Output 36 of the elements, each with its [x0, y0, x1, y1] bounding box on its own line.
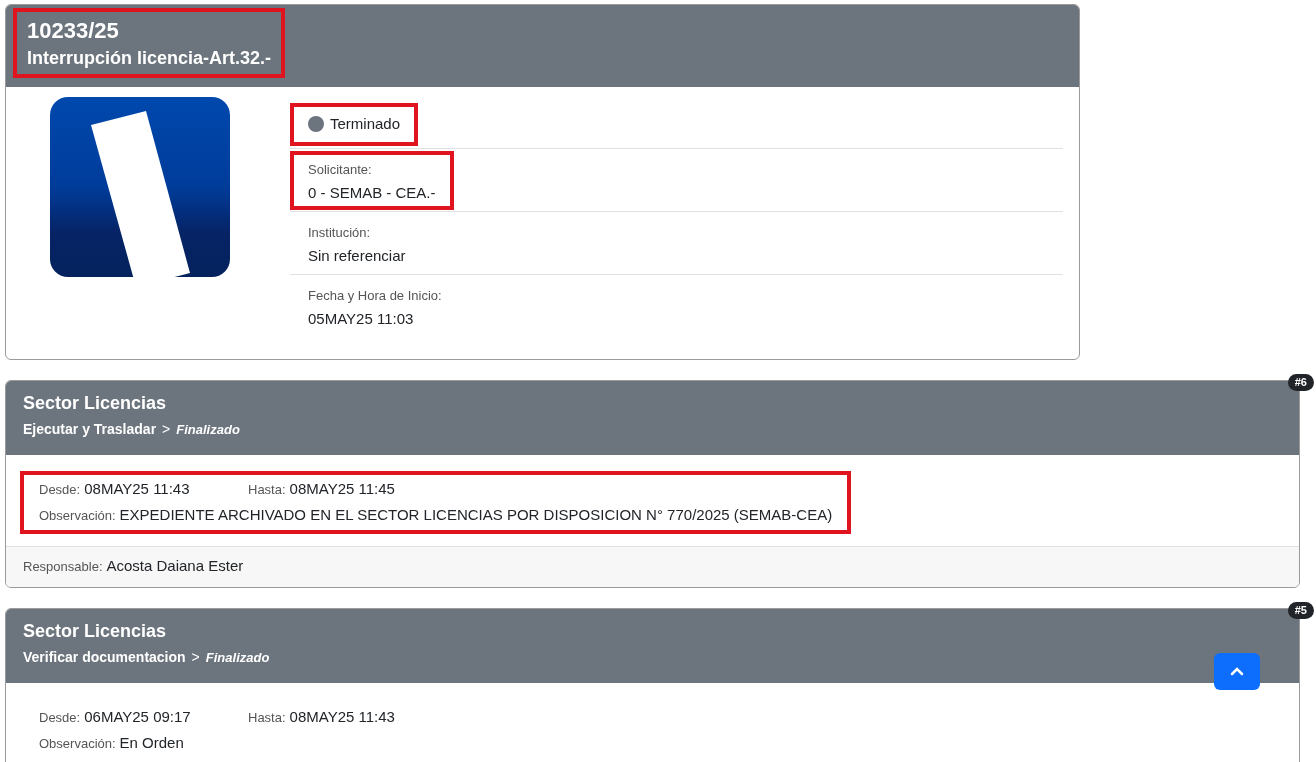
separator-text: > [162, 419, 171, 439]
field-value: Sin referenciar [308, 245, 406, 266]
field-label: Solicitante: [308, 160, 373, 179]
note-text: En Orden [119, 733, 184, 753]
responsible-label: Responsable: [23, 557, 103, 576]
scroll-to-top-button[interactable] [1214, 653, 1260, 690]
field-value: 05MAY25 11:03 [308, 308, 415, 329]
from-value: 06MAY25 09:17 [84, 706, 191, 727]
sector-title: Sector Licencias [23, 391, 167, 415]
to-value: 08MAY25 11:45 [289, 478, 395, 499]
note-label: Observación: [39, 507, 116, 525]
record-number: 10233/25 [27, 17, 120, 45]
separator-text: > [191, 647, 200, 667]
to-label: Hasta: [248, 708, 286, 727]
field-label: Fecha y Hora de Inicio: [308, 286, 442, 305]
note-text: EXPEDIENTE ARCHIVADO EN EL SECTOR LICENCIAS POR DISPOSICION N° 770/2025 (SEMAB-CEA) [119, 505, 833, 525]
from-label: Desde: [39, 708, 81, 727]
field-label: Institución: [308, 223, 372, 242]
from-value: 08MAY25 11:43 [84, 478, 190, 499]
step-number-badge: #5 [1287, 601, 1314, 619]
responsible-name: Acosta Daiana Ester [106, 556, 244, 577]
from-label: Desde: [39, 480, 81, 499]
field-value: 0 - SEMAB - CEA.- [308, 182, 436, 203]
sector-title: Sector Licencias [23, 619, 167, 643]
record-title: Interrupción licencia-Art.32.- [27, 47, 272, 70]
chevron-up-icon [1230, 667, 1244, 676]
note-label: Observación: [39, 735, 116, 753]
task-name: Ejecutar y Trasladar [23, 419, 157, 439]
step-number-badge: #6 [1287, 373, 1314, 391]
state-text: Finalizado [205, 648, 270, 667]
status-text: Terminado [330, 114, 401, 134]
state-text: Finalizado [176, 420, 240, 439]
task-name: Verificar documentacion [23, 647, 186, 667]
logo-icon [50, 97, 230, 277]
to-label: Hasta: [248, 480, 286, 499]
to-value: 08MAY25 11:43 [289, 706, 395, 727]
